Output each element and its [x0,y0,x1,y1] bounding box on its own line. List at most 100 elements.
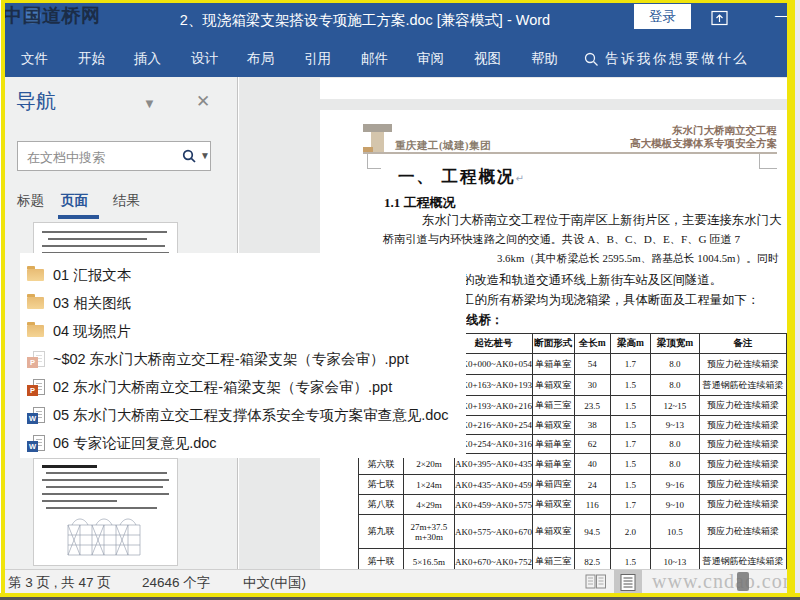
table-cell[interactable]: AK0+000~AK0+054 [454,354,532,375]
file-row[interactable]: W05 东水门大桥南立交工程支撑体系安全专项方案审查意见.doc [27,401,449,429]
table-cell[interactable]: 单箱单室 [532,435,574,454]
table-cell[interactable]: 38 [574,416,610,435]
table-cell[interactable]: 单箱单室 [532,454,574,475]
table-cell[interactable]: 预应力砼连续箱梁 [699,454,786,475]
table-cell[interactable]: 1.5 [610,475,650,495]
word-count[interactable]: 24646 个字 [142,574,210,592]
page-indicator[interactable]: 第 3 页 , 共 47 页 [8,574,111,592]
search-icon[interactable] [182,149,197,168]
table-cell[interactable]: 1.5 [610,454,650,475]
doc-heading-2[interactable]: 1.1 工程概况 [384,194,456,212]
table-cell[interactable]: 94.5 [574,515,610,549]
table-cell[interactable]: 第十联 [359,549,404,570]
login-button[interactable]: 登录 [634,4,691,29]
file-row[interactable]: P~$02 东水门大桥南立交工程-箱梁支架（专家会审）.ppt [27,345,409,373]
table-cell[interactable]: 第八联 [359,495,404,515]
table-cell[interactable]: 单箱双室 [532,375,574,396]
language-indicator[interactable]: 中文(中国) [243,574,306,592]
print-layout-button[interactable] [614,570,642,594]
table-cell[interactable]: 82.5 [574,549,610,570]
table-cell[interactable]: 单箱双室 [532,416,574,435]
table-cell[interactable]: 62 [574,435,610,454]
file-row[interactable]: 03 相关图纸 [27,289,131,317]
table-cell[interactable]: 10.5 [650,515,699,549]
ribbon-tab-1[interactable]: 文件 [21,40,48,77]
table-cell[interactable]: 5×16.5m [404,549,455,570]
table-cell[interactable]: 54 [574,354,610,375]
table-cell[interactable]: 1.7 [610,435,650,454]
table-cell[interactable]: 4×29m [404,495,455,515]
doc-heading-1[interactable]: 一、 工程概况↵ [398,166,524,188]
table-cell[interactable]: 预应力砼连续箱梁 [699,416,786,435]
ribbon-tab-6[interactable]: 引用 [304,40,331,77]
table-cell[interactable]: 116 [574,495,610,515]
table-cell[interactable]: AK0+193~AK0+216 [454,396,532,416]
table-cell[interactable]: 23.5 [574,396,610,416]
table-cell[interactable]: AK0+575~AK0+670 [454,515,532,549]
ribbon-display-options-button[interactable] [711,10,729,31]
ribbon-tab-3[interactable]: 插入 [134,40,161,77]
nav-search-box[interactable]: 在文档中搜索 ▼ [17,141,211,171]
nav-close-icon[interactable]: ✕ [196,91,210,112]
table-cell[interactable]: 预应力砼连续箱梁 [699,354,786,375]
file-row[interactable]: P02 东水门大桥南立交工程-箱梁支架（专家会审）.ppt [27,373,392,401]
ribbon-tab-8[interactable]: 审阅 [417,40,444,77]
read-mode-button[interactable] [585,573,607,594]
table-cell[interactable]: 9~16 [650,475,699,495]
table-cell[interactable]: 1.5 [610,416,650,435]
table-cell[interactable]: 8.0 [650,354,699,375]
table-cell[interactable]: 单箱四室 [532,475,574,495]
table-cell[interactable]: 1.5 [610,549,650,570]
table-cell[interactable]: 单箱单室 [532,354,574,375]
table-cell[interactable]: 单箱三室 [532,396,574,416]
table-cell[interactable]: 预应力砼连续箱梁 [699,396,786,416]
table-cell[interactable]: 8.0 [650,375,699,396]
table-cell[interactable]: 第九联 [359,515,404,549]
table-cell[interactable]: 1×24m [404,475,455,495]
table-cell[interactable]: AK0+670~AK0+752 [454,549,532,570]
body-line[interactable]: 东水门大桥南立交工程位于南岸区上新街片区，主要连接东水门大 [422,212,781,229]
table-cell[interactable]: 30 [574,375,610,396]
minimize-button[interactable]: — [772,7,792,23]
table-cell[interactable]: 1.5 [610,396,650,416]
table-cell[interactable]: AK0+216~AK0+254 [454,416,532,435]
table-cell[interactable]: 普通钢筋砼连续箱梁 [699,549,786,570]
table-cell[interactable]: 单箱三室 [532,549,574,570]
table-cell[interactable]: 1.7 [610,495,650,515]
table-cell[interactable]: AK0+435~AK0+459 [454,475,532,495]
table-cell[interactable]: 第七联 [359,475,404,495]
file-row[interactable]: W06 专家论证回复意见.doc [27,429,217,457]
table-cell[interactable]: 9~13 [650,416,699,435]
file-row[interactable]: 04 现场照片 [27,317,131,345]
nav-tab-pages[interactable]: 页面 [61,192,88,210]
table-cell[interactable]: 2.0 [610,515,650,549]
table-cell[interactable]: 单箱双室 [532,515,574,549]
table-cell[interactable]: AK0+459~AK0+575 [454,495,532,515]
table-cell[interactable]: 1.7 [610,354,650,375]
table-cell[interactable]: AK0+163~AK0+193 [454,375,532,396]
ribbon-tab-2[interactable]: 开始 [78,40,105,77]
file-row[interactable]: 01 汇报文本 [27,261,131,289]
table-cell[interactable]: 8.0 [650,454,699,475]
ribbon-tab-9[interactable]: 视图 [474,40,501,77]
body-line[interactable]: 工的所有桥梁均为现浇箱梁，具体断面及工程量如下： [462,292,759,309]
table-cell[interactable]: 预应力砼连续箱梁 [699,515,786,549]
body-line[interactable]: 线桥： [466,312,503,329]
page-thumbnail-3[interactable] [33,458,178,566]
table-cell[interactable]: 27m+37.5m+30m [404,515,455,549]
table-cell[interactable]: 9~10 [650,495,699,515]
nav-tab-results[interactable]: 结果 [113,192,140,210]
body-line[interactable]: 的改造和轨道交通环线上新街车站及区间隧道。 [462,272,722,289]
table-cell[interactable]: 单箱双室 [532,495,574,515]
table-cell[interactable]: 预应力砼连续箱梁 [699,435,786,454]
body-line[interactable]: 3.6km（其中桥梁总长 2595.5m、路基总长 1004.5m）。同时 [497,252,779,266]
nav-dropdown-icon[interactable]: ▼ [143,96,156,111]
table-cell[interactable]: 24 [574,475,610,495]
table-cell[interactable]: 12~15 [650,396,699,416]
table-cell[interactable]: 8.0 [650,435,699,454]
table-cell[interactable]: 预应力砼连续箱梁 [699,495,786,515]
ribbon-tab-7[interactable]: 邮件 [361,40,388,77]
ribbon-tab-10[interactable]: 帮助 [531,40,558,77]
table-cell[interactable]: 预应力砼连续箱梁 [699,475,786,495]
table-cell[interactable]: AK0+254~AK0+316 [454,435,532,454]
